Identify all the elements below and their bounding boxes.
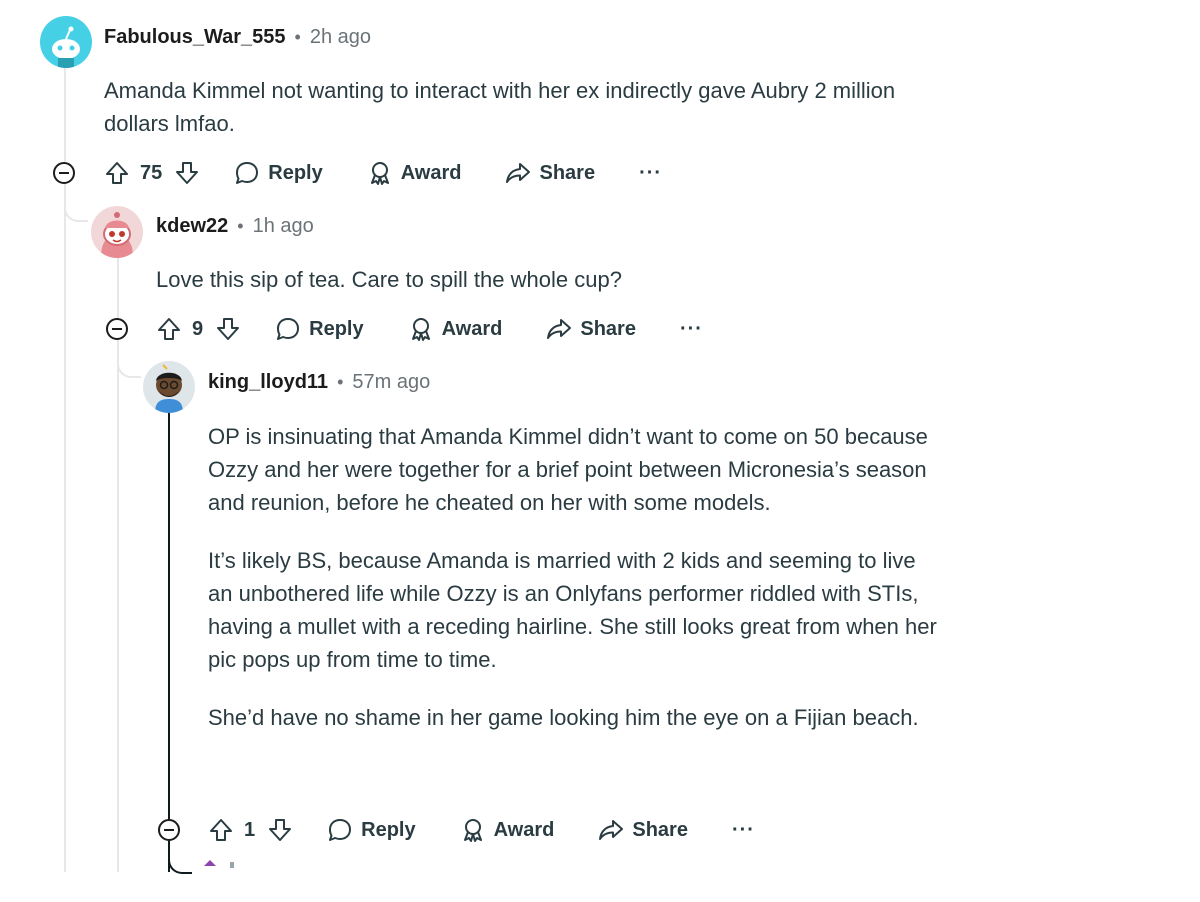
award-label: Award: [400, 161, 462, 184]
comment-meta: Fabulous_War_555 • 2h ago: [104, 26, 371, 49]
comment-paragraph: She’d have no shame in her game looking …: [208, 705, 919, 730]
comment-meta: kdew22 • 1h ago: [156, 215, 314, 238]
share-arrow-icon: [506, 163, 531, 183]
comment-paragraph: Love this sip of tea. Care to spill the …: [156, 267, 622, 292]
share-label: Share: [632, 818, 688, 841]
vote-score: 75: [140, 161, 163, 184]
meta-separator: •: [237, 216, 244, 236]
more-options-button[interactable]: ···: [639, 162, 662, 185]
snoo-avatar-icon: [101, 212, 133, 258]
comment-paragraph: OP is insinuating that Amanda Kimmel did…: [208, 424, 928, 515]
avatar[interactable]: [143, 361, 195, 413]
thread-line-3[interactable]: [168, 412, 170, 872]
comment-body: Amanda Kimmel not wanting to interact wi…: [104, 74, 904, 165]
share-label: Share: [580, 317, 636, 340]
award-button[interactable]: Award: [367, 160, 462, 186]
award-icon: [370, 162, 389, 185]
avatar[interactable]: [196, 856, 242, 902]
reply-bubble-icon: [329, 819, 352, 841]
thread-line-1[interactable]: [64, 68, 66, 872]
share-arrow-icon: [547, 319, 572, 339]
reply-bubble-icon: [236, 162, 259, 184]
comment-time[interactable]: 57m ago: [352, 371, 430, 394]
comment-time[interactable]: 1h ago: [253, 215, 314, 238]
reply-label: Reply: [309, 317, 364, 340]
comment-actions: 1 Reply Award Share ···: [208, 810, 755, 850]
collapse-button[interactable]: [106, 318, 128, 340]
vote-group: 1: [208, 817, 293, 843]
vote-score: 9: [192, 317, 204, 340]
award-icon: [463, 819, 482, 842]
award-label: Award: [493, 818, 555, 841]
reply-label: Reply: [268, 161, 323, 184]
share-button[interactable]: Share: [598, 817, 688, 843]
comment-meta: king_lloyd11 • 57m ago: [208, 371, 430, 394]
thread-elbow: [64, 196, 88, 222]
reply-button[interactable]: Reply: [327, 817, 416, 843]
share-arrow-icon: [599, 820, 624, 840]
comment-time[interactable]: 2h ago: [310, 26, 371, 49]
more-options-button[interactable]: ···: [732, 819, 755, 842]
thread-line-2[interactable]: [117, 258, 119, 872]
upvote-icon[interactable]: [208, 817, 234, 843]
meta-separator: •: [337, 372, 344, 392]
snoo-avatar-icon: [204, 860, 234, 868]
reply-button[interactable]: Reply: [275, 316, 364, 342]
thread-elbow: [117, 352, 141, 378]
share-button[interactable]: Share: [546, 316, 636, 342]
thread-elbow: [168, 848, 192, 874]
comment-author[interactable]: Fabulous_War_555: [104, 26, 286, 49]
reply-button[interactable]: Reply: [234, 160, 323, 186]
upvote-icon[interactable]: [104, 160, 130, 186]
comment-paragraph: It’s likely BS, because Amanda is marrie…: [208, 548, 937, 672]
comment-author[interactable]: king_lloyd11: [208, 371, 328, 394]
upvote-icon[interactable]: [156, 316, 182, 342]
comment-actions: 75 Reply Award Share ···: [104, 153, 662, 193]
share-label: Share: [539, 161, 596, 184]
meta-separator: •: [294, 27, 301, 47]
more-options-button[interactable]: ···: [680, 318, 703, 341]
downvote-icon[interactable]: [267, 817, 293, 843]
award-button[interactable]: Award: [460, 817, 555, 843]
collapse-button[interactable]: [158, 819, 180, 841]
award-button[interactable]: Award: [408, 316, 503, 342]
avatar[interactable]: [91, 206, 143, 258]
vote-group: 9: [156, 316, 241, 342]
comment-body: OP is insinuating that Amanda Kimmel did…: [208, 420, 938, 759]
vote-group: 75: [104, 160, 200, 186]
award-label: Award: [441, 317, 503, 340]
reply-bubble-icon: [277, 318, 300, 340]
avatar[interactable]: [40, 16, 92, 68]
reply-label: Reply: [361, 818, 416, 841]
comment-paragraph: Amanda Kimmel not wanting to interact wi…: [104, 78, 896, 136]
snoo-avatar-icon: [155, 364, 183, 413]
award-icon: [411, 318, 430, 341]
share-button[interactable]: Share: [505, 160, 595, 186]
comment-actions: 9 Reply Award Share ···: [156, 309, 703, 349]
collapse-button[interactable]: [53, 162, 75, 184]
downvote-icon[interactable]: [174, 160, 200, 186]
snoo-avatar-icon: [52, 26, 80, 68]
vote-score: 1: [244, 818, 256, 841]
downvote-icon[interactable]: [215, 316, 241, 342]
comment-author[interactable]: kdew22: [156, 215, 228, 238]
